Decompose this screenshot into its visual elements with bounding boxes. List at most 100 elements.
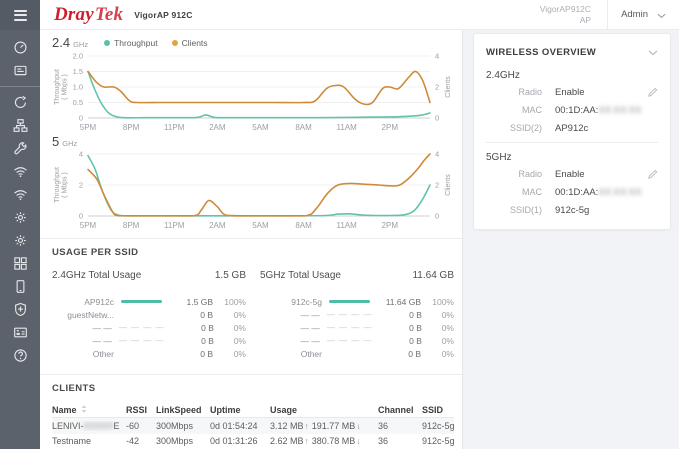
hamburger-icon — [14, 7, 27, 23]
security-icon — [13, 302, 28, 317]
wireless-overview-toggle[interactable]: WIRELESS OVERVIEW — [486, 43, 658, 61]
svg-text:2PM: 2PM — [382, 221, 399, 230]
central-ap-icon — [13, 325, 28, 340]
wireless-5g-icon — [13, 187, 28, 202]
sidebar-item-support[interactable] — [0, 344, 40, 367]
legend-dot-icon — [172, 40, 178, 46]
usage-percent: 0% — [428, 349, 454, 359]
overview-ssid-row: SSID(1) 912c-5g — [486, 201, 658, 219]
usage-5-total: 11.64 GB — [412, 270, 454, 281]
col-header-rssi: RSSI — [126, 405, 154, 415]
admin-menu[interactable]: Admin — [608, 6, 679, 24]
svg-text:8AM: 8AM — [295, 123, 312, 132]
svg-text:Throughput( Mbps ): Throughput( Mbps ) — [54, 69, 69, 105]
app-root: DrayTek VigorAP 912C VigorAP912C AP Admi… — [0, 0, 679, 449]
sidebar-item-wireless-2g[interactable] — [0, 160, 40, 183]
usage-bar-empty: — — — — — [327, 336, 373, 345]
wireless-overview-card: WIRELESS OVERVIEW 2.4GHz Radio Enable MA… — [473, 33, 671, 230]
device-name: VigorAP912C — [540, 4, 591, 15]
usage-row: guestNetw...0 B0% — [52, 308, 246, 321]
download-arrow-icon: ↓ — [356, 421, 360, 431]
svg-text:5PM: 5PM — [80, 123, 97, 132]
redacted-name: XXXXX — [84, 421, 114, 431]
usage-value: 0 B — [169, 349, 213, 359]
logo-tek: Tek — [95, 4, 123, 25]
sidebar-item-objects[interactable] — [0, 252, 40, 275]
usage-row: — —— — — —0 B0% — [52, 321, 246, 334]
usage-ssid-label: guestNetw... — [52, 310, 114, 320]
sidebar-item-operation-mode[interactable] — [0, 91, 40, 114]
usage-bar-empty: — — — — — [327, 323, 373, 332]
edit-pencil-icon[interactable] — [647, 169, 658, 180]
overview-radio-row: Radio Enable — [486, 165, 658, 183]
sidebar-item-mobile-device[interactable] — [0, 275, 40, 298]
usage-row: — —— — — —0 B0% — [260, 334, 454, 347]
sort-icon — [81, 405, 87, 415]
overview-band-24-name: 2.4GHz — [486, 70, 658, 81]
client-row: LENIVI-XXXXXE-60300Mbps0d 01:54:243.12 M… — [52, 418, 454, 434]
legend-clients[interactable]: Clients — [172, 38, 208, 48]
usage-row: Other0 B0% — [260, 347, 454, 360]
usage-percent: 100% — [428, 297, 454, 307]
upload-arrow-icon: ↑ — [305, 421, 309, 431]
clients-table-header: Name RSSI LinkSpeed Uptime Usage Channel… — [52, 402, 454, 418]
col-header-channel: Channel — [378, 405, 420, 415]
svg-text:Throughput( Mbps ): Throughput( Mbps ) — [54, 167, 69, 203]
edit-pencil-icon[interactable] — [647, 87, 658, 98]
sidebar-item-bandwidth[interactable] — [0, 206, 40, 229]
sidebar-item-wizard[interactable] — [0, 59, 40, 82]
usage-bar-empty: — — — — — [327, 310, 373, 319]
client-usage: 2.62 MB↑380.78 MB↓ — [270, 436, 376, 446]
client-usage: 3.12 MB↑191.77 MB↓ — [270, 421, 376, 431]
svg-text:2PM: 2PM — [382, 123, 399, 132]
overview-mac-row: MAC 00:1D:AA:XX:XX:XX — [486, 183, 658, 201]
svg-text:2: 2 — [435, 181, 439, 190]
usage-value: 0 B — [171, 323, 213, 333]
usage-value: 0 B — [379, 310, 421, 320]
svg-text:1.0: 1.0 — [73, 83, 83, 92]
top-header: DrayTek VigorAP 912C VigorAP912C AP Admi… — [40, 0, 679, 30]
usage-row: — —— — — —0 B0% — [52, 334, 246, 347]
usage-ssid-label: — — — [52, 336, 112, 346]
client-linkspeed: 300Mbps — [156, 421, 208, 431]
sidebar — [0, 0, 40, 449]
legend-throughput[interactable]: Throughput — [104, 38, 157, 48]
svg-text:11AM: 11AM — [336, 123, 357, 132]
overview-band-5-name: 5GHz — [486, 152, 658, 163]
svg-text:11PM: 11PM — [164, 123, 185, 132]
sidebar-item-security[interactable] — [0, 298, 40, 321]
admin-menu-label: Admin — [621, 9, 648, 20]
svg-text:5AM: 5AM — [252, 221, 269, 230]
wizard-icon — [13, 63, 28, 78]
sidebar-item-dashboard[interactable] — [0, 36, 40, 59]
chevron-down-icon — [657, 6, 666, 24]
overview-band-24: 2.4GHz Radio Enable MAC 00:1D:AA:XX:XX:X… — [486, 70, 658, 137]
client-name: Testname — [52, 436, 124, 446]
tools-icon — [13, 141, 28, 156]
sidebar-item-network[interactable] — [0, 114, 40, 137]
usage-percent: 0% — [429, 323, 454, 333]
usage-col-24ghz: 2.4GHz Total Usage 1.5 GB AP912c1.5 GB10… — [52, 270, 246, 360]
chevron-down-icon — [648, 43, 658, 61]
dashboard-icon — [13, 40, 28, 55]
overview-ssid-row: SSID(2) AP912c — [486, 119, 658, 137]
sidebar-item-central-ap[interactable] — [0, 321, 40, 344]
sidebar-item-tools[interactable] — [0, 137, 40, 160]
chart-legend: Throughput Clients — [104, 38, 207, 48]
sidebar-item-wireless-5g[interactable] — [0, 183, 40, 206]
svg-text:1.5: 1.5 — [73, 67, 83, 76]
usage-rows-24: AP912c1.5 GB100%guestNetw...0 B0%— —— — … — [52, 295, 246, 360]
download-arrow-icon: ↓ — [356, 436, 360, 446]
col-header-name[interactable]: Name — [52, 405, 124, 415]
svg-text:Clients: Clients — [445, 174, 452, 196]
usage-section-title: USAGE PER SSID — [40, 239, 462, 258]
menu-toggle-button[interactable] — [0, 0, 40, 30]
client-rssi: -60 — [126, 421, 154, 431]
svg-text:8PM: 8PM — [123, 123, 140, 132]
usage-bar — [121, 300, 162, 303]
series-clients — [88, 71, 430, 104]
svg-text:11PM: 11PM — [164, 221, 185, 230]
sidebar-item-applications[interactable] — [0, 229, 40, 252]
draytek-logo: DrayTek — [54, 0, 123, 30]
svg-text:0: 0 — [435, 212, 439, 221]
